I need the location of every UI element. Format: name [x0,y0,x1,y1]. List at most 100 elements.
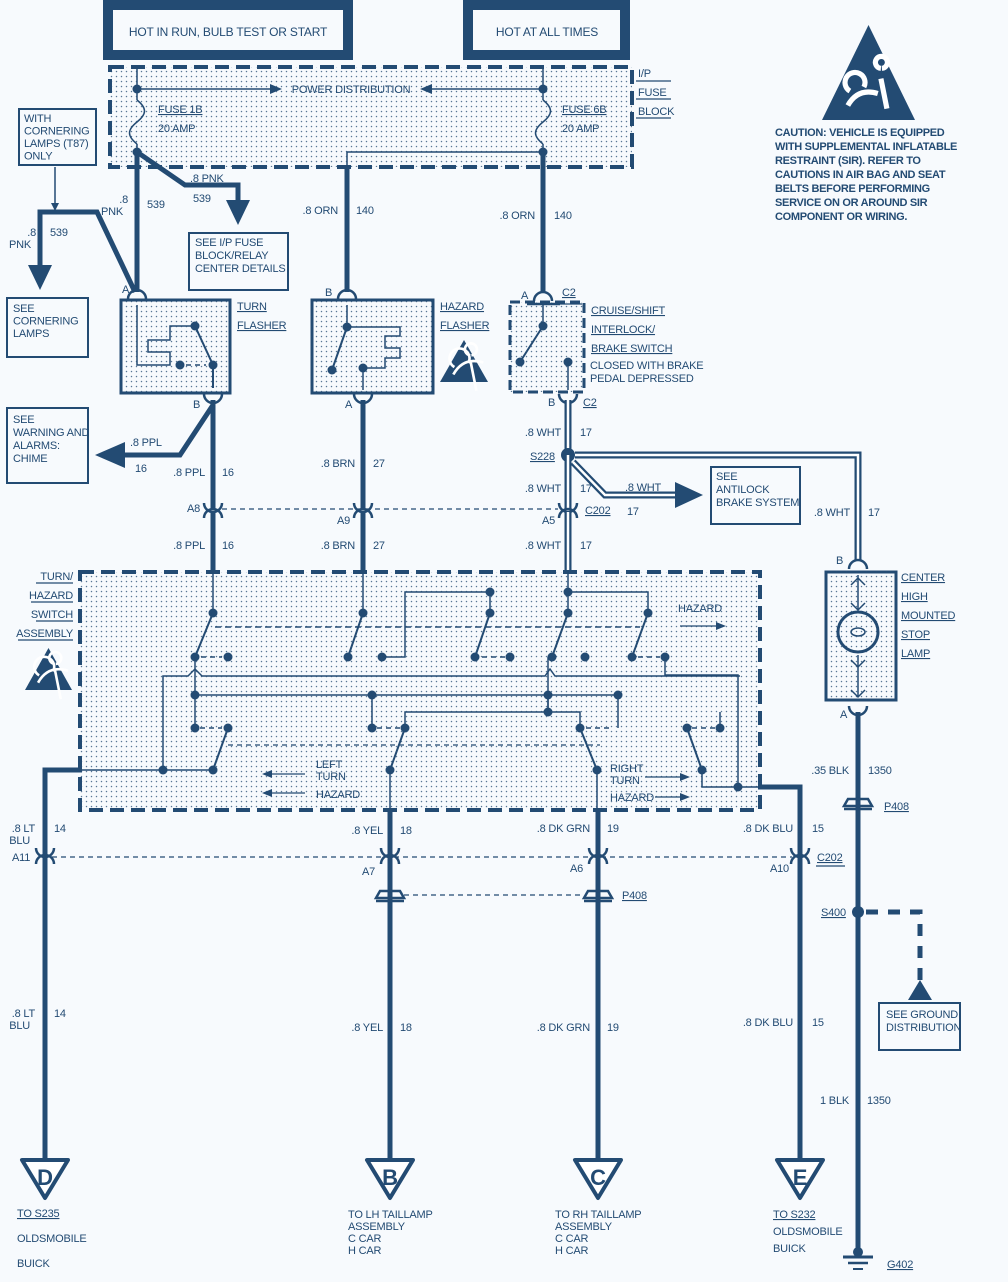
arrow-head-icon [28,265,52,290]
turn-hazard-stop-lamp-schematic: HOT IN RUN, BULB TEST OR START HOT AT ALL… [6,0,962,1271]
wire-gauge-color: .8 BRN [321,540,356,552]
wire-circuit-number: 14 [54,823,66,835]
left-turn-label: TURN [316,771,346,783]
connector-label-a10: A10 [770,863,789,875]
wire-circuit-number: 17 [868,507,880,519]
wire-gauge-color: .8 WHT [814,507,851,519]
connector-label-a5: A5 [542,515,555,527]
see-ground-text: DISTRIBUTION [886,1022,961,1034]
destination-text: C CAR [348,1233,381,1245]
splice-dot [515,357,525,367]
destination-text: TO LH TAILLAMP [348,1209,433,1221]
connector-label-g402: G402 [887,1259,913,1271]
splice-dot [190,690,200,700]
right-turn-label: TURN [610,775,640,787]
wire-circuit-number: 27 [373,458,385,470]
destination-text: TO S232 [773,1209,816,1221]
brake-switch-label: INTERLOCK/ [591,324,656,336]
destination-text: H CAR [348,1245,381,1257]
connector-label-chmsl-b: B [836,555,843,567]
wire-gauge-color: .8 YEL [351,1022,383,1034]
chmsl-label: HIGH [901,591,928,603]
see-cornering-text: SEE [13,303,34,315]
wiring-diagram: HOT IN RUN, BULB TEST OR START HOT AT ALL… [0,0,1008,1282]
arrow-head-icon [908,980,932,1000]
left-hazard-label: HAZARD [316,789,360,801]
destination-text: OLDSMOBILE [773,1226,843,1238]
wire-gauge-color: .8 DK GRN [537,1022,590,1034]
wire-circuit-number: 1350 [868,765,892,777]
power-source-run-label: HOT IN RUN, BULB TEST OR START [129,25,328,39]
wire-gauge-color: .8 PPL [130,437,162,449]
connector-label-brake-c2-top: C2 [562,287,576,299]
splice-dot [538,84,548,94]
splice-dot [470,652,480,662]
brake-switch-note: PEDAL DEPRESSED [590,373,694,385]
cornering-option-text: WITH [24,113,52,125]
splice-dot [627,652,637,662]
wire-circuit-number: 539 [193,193,211,205]
splice-dot [343,652,353,662]
wire-circuit-number: 27 [373,540,385,552]
chmsl-label: LAMP [901,648,930,660]
right-hazard-label: HAZARD [610,792,654,804]
right-turn-label: RIGHT [610,763,644,775]
destination-text: TO RH TAILLAMP [555,1209,641,1221]
connector-label-s228: S228 [530,451,555,463]
connector-label-turn-a: A [122,284,130,296]
see-fuse-text: BLOCK/RELAY [195,250,269,262]
switch-assembly-label: TURN/ [40,571,74,583]
wire-circuit-number: 18 [400,825,412,837]
hazard-flasher-label: HAZARD [440,301,484,313]
wire-gauge-color: .8 DK GRN [537,823,590,835]
splice-dot [190,321,200,331]
connector-label-chmsl-a: A [840,709,848,721]
destination-text: ASSEMBLY [555,1221,613,1233]
wire-gauge-color: .8 YEL [351,825,383,837]
see-chime-text: CHIME [13,453,47,465]
connector-label-brake-a: A [521,290,529,302]
wire-circuit-number: 16 [222,467,234,479]
wire-gauge-color: .8 LT [12,1008,36,1020]
left-turn-label: LEFT [316,759,343,771]
wire-gauge-color: .8 ORN [303,205,339,217]
see-chime-text: SEE [13,414,34,426]
splice-dot [158,765,168,775]
connector-label-s400: S400 [821,907,846,919]
sir-caution-text: RESTRAINT (SIR). REFER TO [775,155,921,167]
wire-gauge-color: 1 BLK [820,1095,850,1107]
wire-gauge-color: .8 PNK [190,173,225,185]
wire-circuit-number: 539 [50,227,68,239]
sir-caution-text: COMPONENT OR WIRING. [775,211,907,223]
wire-circuit-number: 15 [812,823,824,835]
splice-dot [733,782,743,792]
destination-text: C CAR [555,1233,588,1245]
destination-text: BUICK [773,1243,806,1255]
wire-circuit-number: 16 [135,463,147,475]
splice-s400 [852,906,864,918]
connector-label-a8: A8 [187,503,200,515]
wire-circuit-number: 17 [580,483,592,495]
see-cornering-text: LAMPS [13,328,49,340]
wire-circuit-number: 14 [54,1008,66,1020]
connector-label-hazard-b: B [325,287,332,299]
wire-gauge-color: .8 WHT [525,427,562,439]
destination-text: BUICK [17,1258,50,1270]
see-fuse-text: SEE I/P FUSE [195,237,263,249]
connector-label-a11: A11 [12,852,30,864]
cornering-option-text: CORNERING [24,126,89,138]
wire-circuit-number: 17 [580,427,592,439]
hazard-flasher [310,298,435,395]
wire-gauge-color: .8 WHT [625,482,662,494]
fuse-6b-label: FUSE 6B [562,104,606,116]
wire-gauge-color: PNK [9,239,32,251]
arrow-head-icon [226,200,250,225]
power-distribution-label: POWER DISTRIBUTION [292,84,411,96]
wire-gauge-color: .8 [119,194,128,206]
wire-gauge-color: .8 BRN [321,458,356,470]
splice-dot [613,690,623,700]
wire-gauge-color: BLU [9,835,30,847]
splice-dot [547,652,557,662]
wire-gauge-color: .35 BLK [811,765,850,777]
arrow-head-icon [675,482,703,508]
